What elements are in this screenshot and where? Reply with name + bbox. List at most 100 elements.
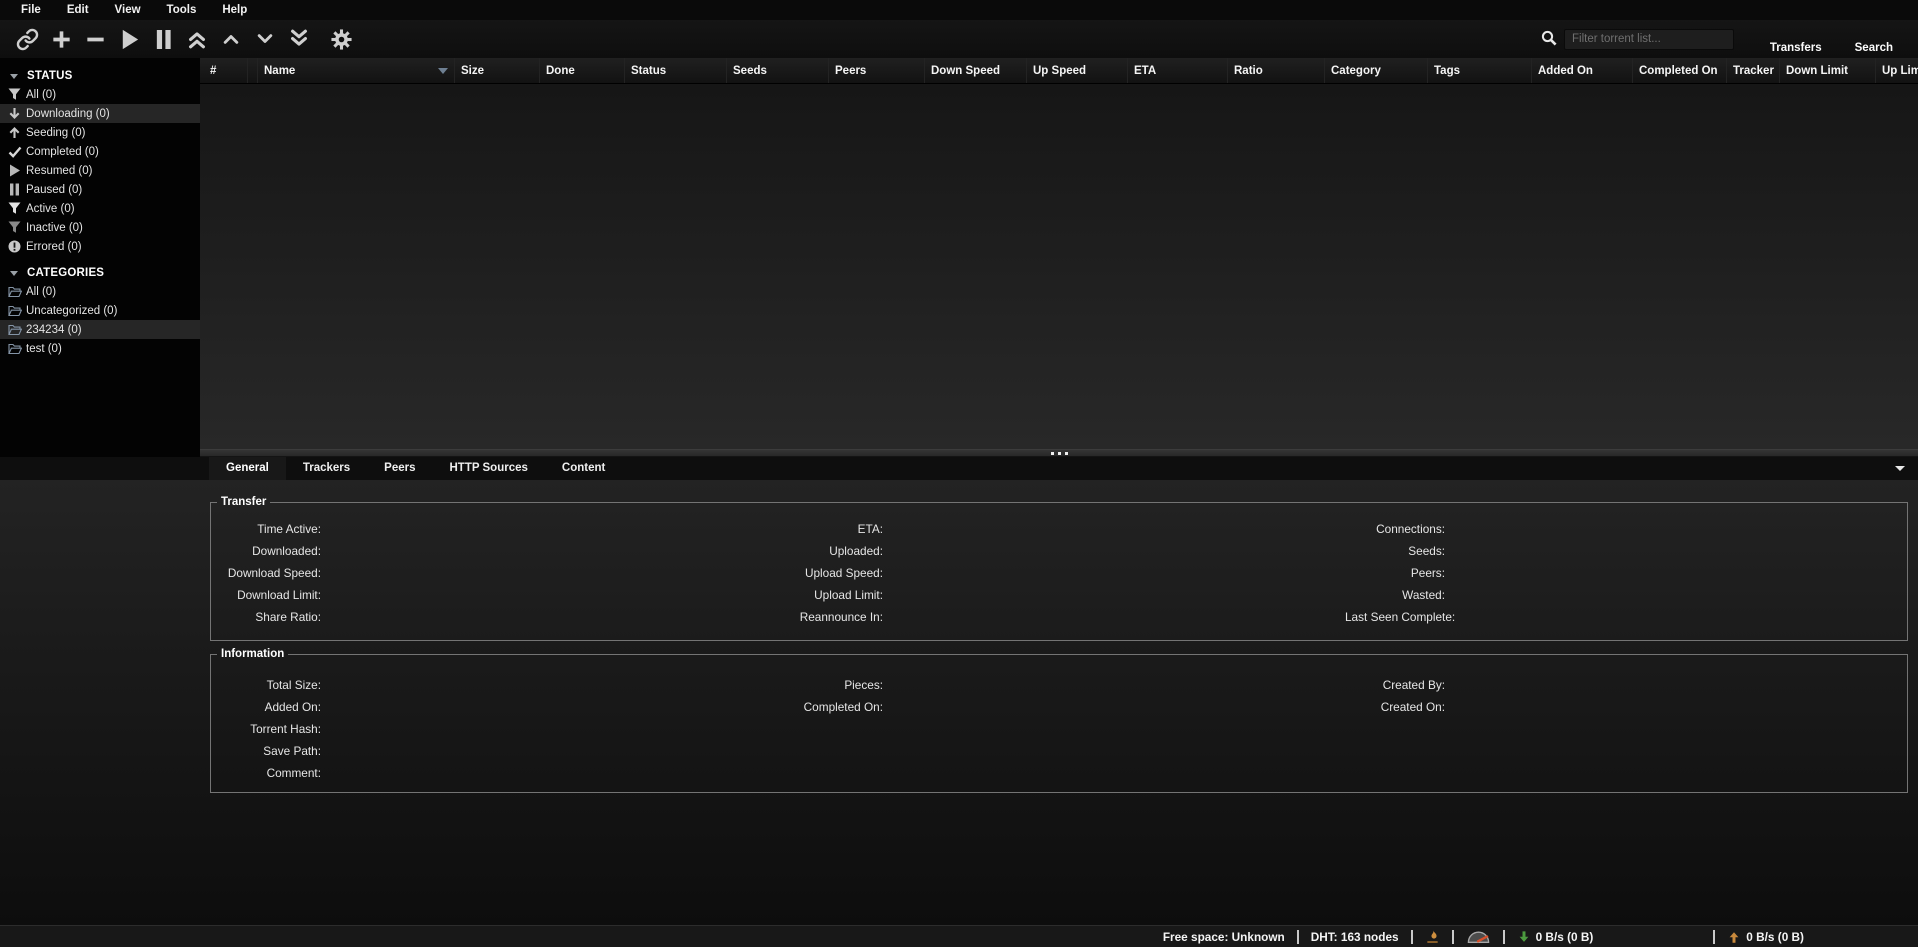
tab-trackers[interactable]: Trackers [286, 457, 367, 480]
sidebar-item-active[interactable]: Active (0) [0, 199, 200, 218]
column-header-up-limit[interactable]: Up Limit [1876, 58, 1918, 83]
field-label: Peers: [1345, 566, 1445, 580]
sidebar-item-label: Errored (0) [26, 241, 82, 253]
sidebar-item-completed[interactable]: Completed (0) [0, 142, 200, 161]
search-icon [1541, 30, 1557, 49]
sidebar-item-all-status[interactable]: All (0) [0, 85, 200, 104]
field-label: Pieces: [783, 678, 883, 692]
sidebar-item-paused[interactable]: Paused (0) [0, 180, 200, 199]
column-header-added-on[interactable]: Added On [1532, 58, 1633, 83]
sidebar-item-label: Downloading (0) [26, 108, 110, 120]
sidebar-item-label: 234234 (0) [26, 324, 82, 336]
column-header-name[interactable]: Name [258, 58, 455, 83]
view-tabs: Transfers Search [1737, 39, 1893, 57]
view-tab-transfers[interactable]: Transfers [1770, 39, 1822, 57]
check-icon [6, 146, 23, 158]
arrow-down-icon [6, 107, 23, 120]
column-header-status[interactable]: Status [625, 58, 727, 83]
download-speed-status[interactable]: 0 B/s (0 B) [1517, 930, 1594, 944]
alt-speed-limits-toggle[interactable] [1466, 929, 1491, 945]
collapse-triangle-icon [10, 271, 18, 276]
connection-status-icon [1425, 929, 1440, 945]
field-label: Download Speed: [211, 566, 321, 580]
sidebar-item-downloading[interactable]: Downloading (0) [0, 104, 200, 123]
play-icon [6, 164, 23, 177]
collapse-triangle-icon [10, 74, 18, 79]
field-label: Save Path: [211, 744, 321, 758]
statusbar-divider [1411, 930, 1413, 944]
column-header-number[interactable]: # [200, 58, 248, 83]
delete-torrent-button[interactable] [78, 24, 112, 54]
field-label: Connections: [1345, 522, 1445, 536]
sidebar-item-inactive[interactable]: Inactive (0) [0, 218, 200, 237]
categories-section-header[interactable]: CATEGORIES [0, 264, 200, 282]
field-label: Torrent Hash: [211, 722, 321, 736]
tab-peers[interactable]: Peers [367, 457, 432, 480]
sidebar-category-test[interactable]: test (0) [0, 339, 200, 358]
field-label: Comment: [211, 766, 321, 780]
sidebar-item-resumed[interactable]: Resumed (0) [0, 161, 200, 180]
error-icon [6, 240, 23, 253]
add-torrent-file-button[interactable] [44, 24, 78, 54]
status-bar: Free space: Unknown DHT: 163 nodes 0 B/s… [0, 925, 1918, 947]
column-header-tracker[interactable]: Tracker [1727, 58, 1780, 83]
options-button[interactable] [324, 24, 358, 54]
torrent-list-area: # Name Size Done Status Seeds Peers Down… [200, 58, 1918, 457]
column-header-eta[interactable]: ETA [1128, 58, 1228, 83]
field-label: Share Ratio: [211, 610, 321, 624]
sidebar-item-label: Resumed (0) [26, 165, 92, 177]
column-header-ratio[interactable]: Ratio [1228, 58, 1325, 83]
column-header-peers[interactable]: Peers [829, 58, 925, 83]
double-chevron-up-icon [186, 28, 208, 50]
field-label: Last Seen Complete: [1345, 610, 1445, 624]
panel-collapse-icon[interactable] [1895, 466, 1905, 471]
menu-tools[interactable]: Tools [154, 4, 210, 16]
sidebar-category-uncategorized[interactable]: Uncategorized (0) [0, 301, 200, 320]
free-space-status: Free space: Unknown [1163, 930, 1285, 944]
panel-splitter-handle[interactable] [200, 449, 1918, 457]
tab-http-sources[interactable]: HTTP Sources [433, 457, 545, 480]
field-label: Wasted: [1345, 588, 1445, 602]
column-header-size[interactable]: Size [455, 58, 540, 83]
sidebar-category-all[interactable]: All (0) [0, 282, 200, 301]
field-label: Download Limit: [211, 588, 321, 602]
sidebar-item-label: Inactive (0) [26, 222, 83, 234]
sidebar-item-errored[interactable]: Errored (0) [0, 237, 200, 256]
column-header-seeds[interactable]: Seeds [727, 58, 829, 83]
move-top-button[interactable] [180, 24, 214, 54]
column-header-icon[interactable] [248, 58, 258, 83]
menu-help[interactable]: Help [209, 4, 260, 16]
filter-torrent-input[interactable] [1564, 29, 1734, 50]
column-header-tags[interactable]: Tags [1428, 58, 1532, 83]
sidebar-item-label: All (0) [26, 286, 56, 298]
menu-edit[interactable]: Edit [54, 4, 102, 16]
column-header-done[interactable]: Done [540, 58, 625, 83]
add-torrent-link-button[interactable] [10, 24, 44, 54]
column-header-up-speed[interactable]: Up Speed [1027, 58, 1128, 83]
menu-view[interactable]: View [102, 4, 154, 16]
menu-file[interactable]: File [8, 4, 54, 16]
column-header-category[interactable]: Category [1325, 58, 1428, 83]
status-section-label: STATUS [27, 70, 73, 82]
move-down-button[interactable] [248, 24, 282, 54]
tab-content[interactable]: Content [545, 457, 622, 480]
status-section-header[interactable]: STATUS [0, 67, 200, 85]
resume-button[interactable] [112, 24, 146, 54]
sidebar-item-seeding[interactable]: Seeding (0) [0, 123, 200, 142]
column-header-down-limit[interactable]: Down Limit [1780, 58, 1876, 83]
field-label: Added On: [211, 700, 321, 714]
sort-desc-icon [438, 68, 448, 74]
column-header-down-speed[interactable]: Down Speed [925, 58, 1027, 83]
upload-speed-status[interactable]: 0 B/s (0 B) [1727, 930, 1804, 944]
pause-button[interactable] [146, 24, 180, 54]
column-header-completed-on[interactable]: Completed On [1633, 58, 1727, 83]
torrent-list-empty[interactable] [200, 84, 1918, 449]
move-bottom-button[interactable] [282, 24, 316, 54]
tab-general[interactable]: General [209, 457, 286, 480]
field-label: Seeds: [1345, 544, 1445, 558]
sidebar-category-234234[interactable]: 234234 (0) [0, 320, 200, 339]
view-tab-search[interactable]: Search [1855, 39, 1893, 57]
field-label: Created On: [1345, 700, 1445, 714]
menu-bar: File Edit View Tools Help [0, 0, 1918, 20]
move-up-button[interactable] [214, 24, 248, 54]
